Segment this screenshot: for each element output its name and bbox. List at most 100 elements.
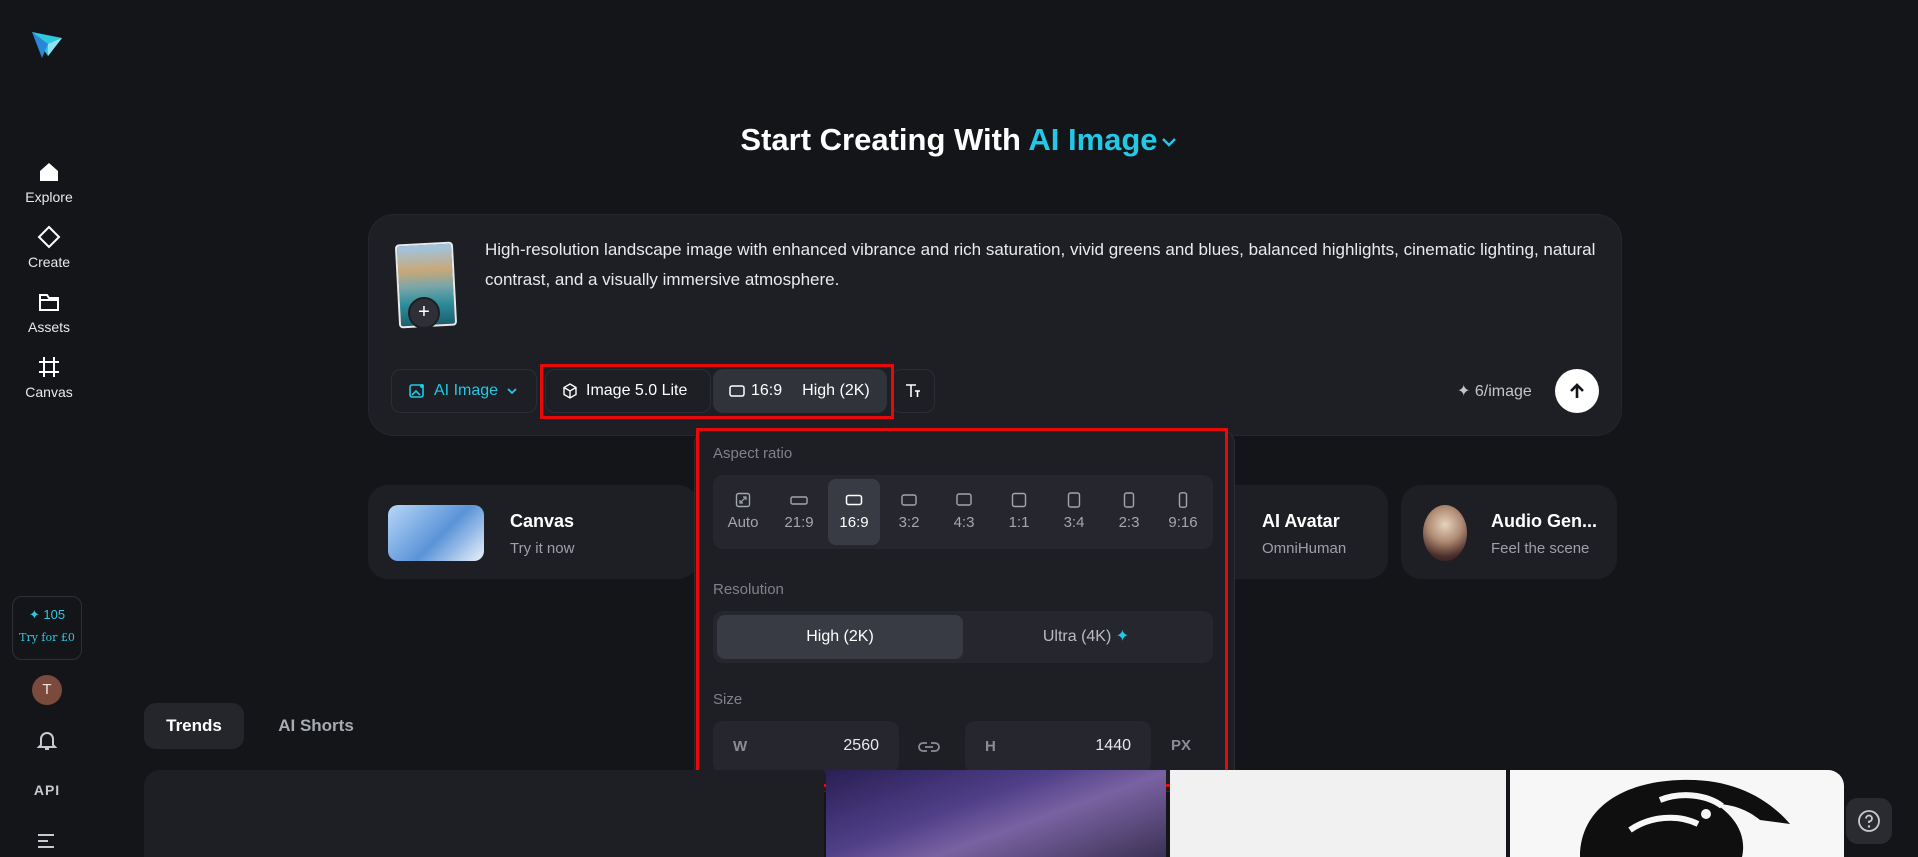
ratio-label-4-3: 4:3 [953,514,975,531]
bell-icon[interactable] [35,728,59,752]
canvas-thumbnail [388,505,484,561]
feature-canvas-subtitle: Try it now [510,540,575,557]
menu-icon[interactable] [35,830,57,852]
arrow-up-icon [1570,383,1584,398]
ratio-label-9-16: 9:16 [1168,514,1198,531]
ratio-label: 16:9 [751,382,783,399]
cube-icon [563,383,577,399]
microphone-thumbnail [1423,505,1467,561]
text-format-icon [906,384,920,397]
prompt-input[interactable]: High-resolution landscape image with enh… [485,235,1601,295]
link-icon[interactable] [917,737,941,757]
text-style-button[interactable] [891,369,935,413]
height-value: 1440 [1095,737,1131,754]
raven-artwork [1580,779,1790,857]
feature-audio-subtitle: Feel the scene [1491,540,1590,557]
frame-icon [39,357,59,377]
resolution-ultra-label: Ultra (4K) [1042,628,1112,645]
folder-icon [39,294,59,311]
feature-card-audio[interactable]: Audio Gen... Feel the scene [1401,485,1617,579]
nav-create-label: Create [27,254,71,270]
gallery-item[interactable] [1170,770,1506,857]
help-button[interactable] [1846,798,1892,844]
resolution-high-option[interactable]: High (2K) [717,615,963,659]
ratio-label-2-3: 2:3 [1118,514,1140,531]
api-link[interactable]: API [0,782,94,798]
quality-label: High (2K) [802,382,870,399]
ratio-option-3-4[interactable]: 3:4 [1048,479,1100,545]
chevron-down-icon [1161,137,1176,147]
feature-card-canvas[interactable]: Canvas Try it now [368,485,698,579]
ratio-16-9-icon [845,494,863,506]
title-prefix: Start Creating With [740,122,1021,157]
ratio-option-1-1[interactable]: 1:1 [993,479,1045,545]
gallery-item[interactable] [826,770,1166,857]
ratio-option-21-9[interactable]: 21:9 [773,479,825,545]
feature-avatar-subtitle: OmniHuman [1262,540,1347,557]
feature-canvas-title: Canvas [510,511,575,531]
tab-ai-shorts[interactable]: AI Shorts [264,703,368,749]
feature-audio-title: Audio Gen... [1491,511,1597,531]
home-icon [40,163,58,181]
ratio-1-1-icon [1011,492,1027,508]
ratio-label-3-2: 3:2 [898,514,920,531]
logo-icon[interactable] [30,28,64,60]
nav-canvas[interactable]: Canvas [0,355,98,400]
credits-count: ✦ 105 [28,607,66,622]
aspect-ratio-label: Aspect ratio [713,445,793,462]
resolution-ultra-option[interactable]: Ultra (4K) ✦ [963,615,1209,659]
add-reference-button[interactable]: + [408,297,440,329]
ratio-option-auto[interactable]: Auto [717,479,769,545]
tab-trends[interactable]: Trends [144,703,244,749]
ratio-2-3-icon [1123,492,1135,508]
diamond-icon [37,225,61,249]
width-value: 2560 [843,737,879,754]
send-button[interactable] [1555,369,1599,413]
ratio-label-3-4: 3:4 [1063,514,1085,531]
nav-assets-label: Assets [27,319,70,335]
model-selector[interactable]: Image 5.0 Lite [545,369,711,413]
ratio-option-3-2[interactable]: 3:2 [883,479,935,545]
sparkle-icon: ✦ [1115,628,1130,645]
credits-box[interactable]: ✦ 105 Try for £0 [12,596,82,660]
avatar[interactable]: T [32,675,62,705]
ratio-9-16-icon [1178,492,1188,508]
ratio-label-auto: Auto [727,514,759,531]
image-sparkle-icon [409,384,424,398]
aspect-ratio-options: Auto 21:9 16:9 3:2 4:3 1:1 3:4 2:3 9:16 [713,475,1213,549]
ratio-label-21-9: 21:9 [784,514,814,531]
height-label: H [985,738,996,755]
ratio-option-4-3[interactable]: 4:3 [938,479,990,545]
ratio-option-9-16[interactable]: 9:16 [1157,479,1209,545]
ratio-option-2-3[interactable]: 2:3 [1103,479,1155,545]
nav-canvas-label: Canvas [25,384,73,400]
nav-assets[interactable]: Assets [0,290,98,335]
ratio-label-1-1: 1:1 [1008,514,1030,531]
resolution-label: Resolution [713,581,784,598]
ratio-21-9-icon [790,496,808,505]
chevron-down-icon [507,388,517,395]
feature-avatar-title: AI Avatar [1262,511,1340,531]
mode-selector[interactable]: AI Image [391,369,537,413]
unit-label: PX [1171,737,1192,754]
height-input[interactable]: H 1440 [965,721,1151,773]
nav-create[interactable]: Create [0,225,98,270]
aspect-ratio-icon [729,385,745,397]
width-input[interactable]: W 2560 [713,721,899,773]
trial-label: Try for £0 [19,631,75,644]
title-mode-selector[interactable]: AI Image [1028,122,1177,157]
ratio-label-16-9: 16:9 [839,514,869,531]
page-title: Start Creating With AI Image [0,122,1918,158]
ratio-option-16-9[interactable]: 16:9 [828,479,880,545]
ratio-settings-panel: Aspect ratio Auto 21:9 16:9 3:2 4:3 1:1 … [694,428,1235,792]
nav-explore[interactable]: Explore [0,160,98,205]
gallery-item[interactable] [1510,770,1844,857]
size-label: Size [713,691,743,708]
ratio-4-3-icon [956,493,972,506]
prompt-card: + High-resolution landscape image with e… [368,214,1622,436]
auto-ratio-icon [735,492,751,508]
ratio-quality-selector[interactable]: 16:9 High (2K) [713,369,887,413]
help-icon [1858,810,1880,832]
cost-label: ✦ 6/image [1457,383,1532,400]
gallery-item[interactable] [144,770,824,857]
